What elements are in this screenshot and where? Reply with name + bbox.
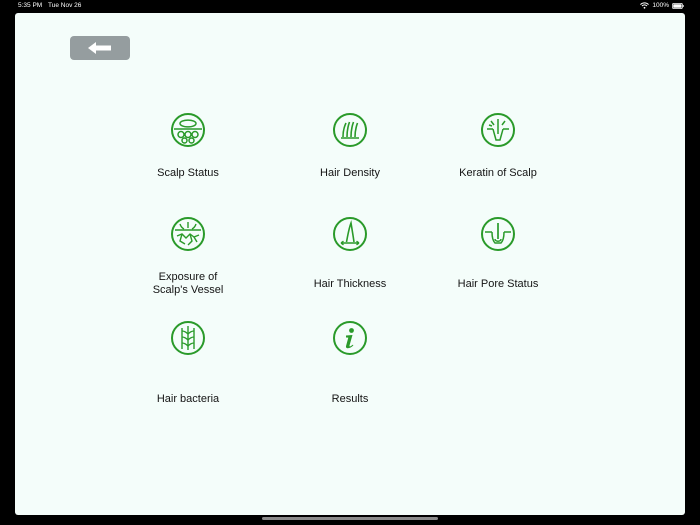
menu-label-hair-density: Hair Density: [320, 167, 380, 179]
menu-item-hair-bacteria[interactable]: Hair bacteria: [118, 320, 258, 410]
menu-label-hair-bacteria: Hair bacteria: [156, 393, 220, 405]
status-left: 5:35 PM Tue Nov 26: [18, 2, 81, 9]
menu-label-keratin: Keratin of Scalp: [459, 167, 537, 179]
menu-label-results: Results: [331, 393, 369, 405]
menu-item-keratin[interactable]: Keratin of Scalp: [428, 112, 568, 202]
scalp-vessel-icon: [170, 216, 206, 252]
menu-label-scalp-status: Scalp Status: [157, 167, 219, 179]
wifi-icon: [640, 2, 650, 9]
status-date: Tue Nov 26: [48, 2, 82, 9]
menu-item-results[interactable]: Results: [280, 320, 420, 410]
status-right: 100%: [640, 2, 684, 9]
menu-item-hair-thickness[interactable]: Hair Thickness: [280, 216, 420, 306]
arrow-left-icon: [87, 41, 113, 55]
info-icon: [332, 320, 368, 356]
hair-thickness-icon: [332, 216, 368, 252]
hair-density-icon: [332, 112, 368, 148]
battery-icon: [672, 2, 684, 9]
hair-bacteria-icon: [170, 320, 206, 356]
menu-item-scalp-status[interactable]: Scalp Status: [118, 112, 258, 202]
menu-label-hair-pore: Hair Pore Status: [457, 278, 539, 290]
home-indicator[interactable]: [262, 517, 438, 520]
hair-pore-icon: [480, 216, 516, 252]
device-frame: 5:35 PM Tue Nov 26 100% Scalp Status Hai…: [0, 0, 700, 525]
menu-item-hair-pore[interactable]: Hair Pore Status: [428, 216, 568, 306]
main-screen: Scalp Status Hair Density Keratin of Sca…: [15, 13, 685, 515]
status-time: 5:35 PM: [18, 2, 43, 9]
keratin-icon: [480, 112, 516, 148]
back-button[interactable]: [70, 36, 130, 60]
status-bar: 5:35 PM Tue Nov 26 100%: [0, 0, 700, 12]
menu-label-hair-thickness: Hair Thickness: [313, 278, 387, 290]
scalp-status-icon: [170, 112, 206, 148]
menu-item-hair-density[interactable]: Hair Density: [280, 112, 420, 202]
menu-label-scalp-vessel: Exposure of Scalp's Vessel: [152, 271, 224, 296]
battery-percent: 100%: [652, 2, 669, 9]
menu-item-scalp-vessel[interactable]: Exposure of Scalp's Vessel: [118, 216, 258, 306]
